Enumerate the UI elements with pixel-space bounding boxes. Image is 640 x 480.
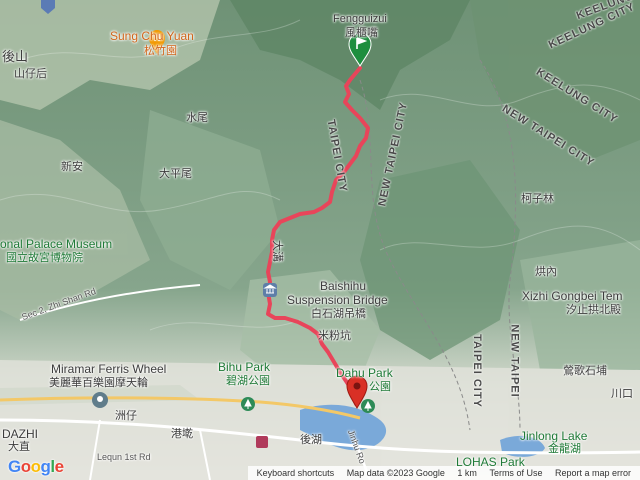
park-tree-icon[interactable] bbox=[361, 399, 375, 413]
transit-icon[interactable] bbox=[256, 436, 268, 448]
place-label: 洲仔 bbox=[115, 410, 137, 422]
terms-link[interactable]: Terms of Use bbox=[489, 467, 542, 479]
map-data-text: Map data ©2023 Google bbox=[346, 468, 445, 478]
place-label: 大直 bbox=[8, 441, 30, 453]
attraction-pin-icon[interactable] bbox=[92, 392, 108, 408]
museum-label[interactable]: 國立故宮博物院 bbox=[6, 252, 83, 264]
keyboard-shortcuts-link[interactable]: Keyboard shortcuts bbox=[257, 467, 335, 479]
park-label[interactable]: 碧湖公園 bbox=[226, 375, 270, 387]
park-label[interactable]: Dahu Park bbox=[336, 366, 393, 380]
place-label: 山仔后 bbox=[14, 68, 47, 80]
place-label: 烘內 bbox=[535, 266, 557, 278]
report-error-link[interactable]: Report a map error bbox=[555, 467, 631, 479]
museum-label[interactable]: onal Palace Museum bbox=[0, 237, 112, 251]
museum-icon[interactable] bbox=[263, 283, 277, 297]
park-tree-icon[interactable] bbox=[241, 397, 255, 411]
place-label[interactable]: Fengguizui bbox=[333, 13, 387, 25]
place-label: 柯子林 bbox=[521, 193, 554, 205]
place-label[interactable]: Miramar Ferris Wheel bbox=[51, 362, 166, 376]
park-label[interactable]: Bihu Park bbox=[218, 360, 270, 374]
place-label[interactable]: Xizhi Gongbei Tem bbox=[522, 289, 623, 303]
place-label: 大溝 bbox=[271, 240, 284, 263]
place-label[interactable]: 汐止拱北殿 bbox=[566, 304, 621, 316]
place-label: 新安 bbox=[61, 161, 83, 173]
lake-label[interactable]: Jinlong Lake bbox=[520, 429, 587, 443]
attribution-bar: Keyboard shortcuts Map data ©2023 Google… bbox=[0, 466, 640, 480]
place-label: 水尾 bbox=[186, 112, 208, 124]
place-label[interactable]: 白石湖吊橋 bbox=[311, 308, 366, 320]
place-label[interactable]: 美麗華百樂園摩天輪 bbox=[49, 377, 148, 389]
place-label: DAZHI bbox=[2, 427, 38, 441]
place-label: 米粉坑 bbox=[318, 330, 351, 342]
place-label: 港墘 bbox=[171, 428, 193, 440]
scale-text[interactable]: 1 km bbox=[457, 467, 477, 479]
city-label: TAIPEI CITY bbox=[470, 334, 483, 408]
place-label: 大平尾 bbox=[159, 168, 192, 180]
restaurant-label[interactable]: 松竹園 bbox=[144, 45, 177, 57]
park-label[interactable]: 公園 bbox=[369, 381, 391, 393]
place-label[interactable]: 風櫃嘴 bbox=[345, 27, 378, 39]
lake-label[interactable]: 金龍湖 bbox=[548, 443, 581, 455]
restaurant-label[interactable]: Sung Chu Yuan bbox=[110, 29, 194, 43]
place-label[interactable]: Baishihu bbox=[320, 279, 366, 293]
city-label: NEW TAIPEI bbox=[508, 324, 521, 398]
place-label: 鶯歌石埔 bbox=[563, 365, 607, 377]
place-label: 川口 bbox=[611, 388, 633, 400]
attribution: Keyboard shortcuts Map data ©2023 Google… bbox=[247, 466, 640, 480]
place-label: 後山 bbox=[2, 49, 29, 64]
place-label: 後湖 bbox=[300, 434, 322, 446]
road-label: Lequn 1st Rd bbox=[97, 452, 151, 462]
place-label[interactable]: Suspension Bridge bbox=[287, 293, 388, 307]
